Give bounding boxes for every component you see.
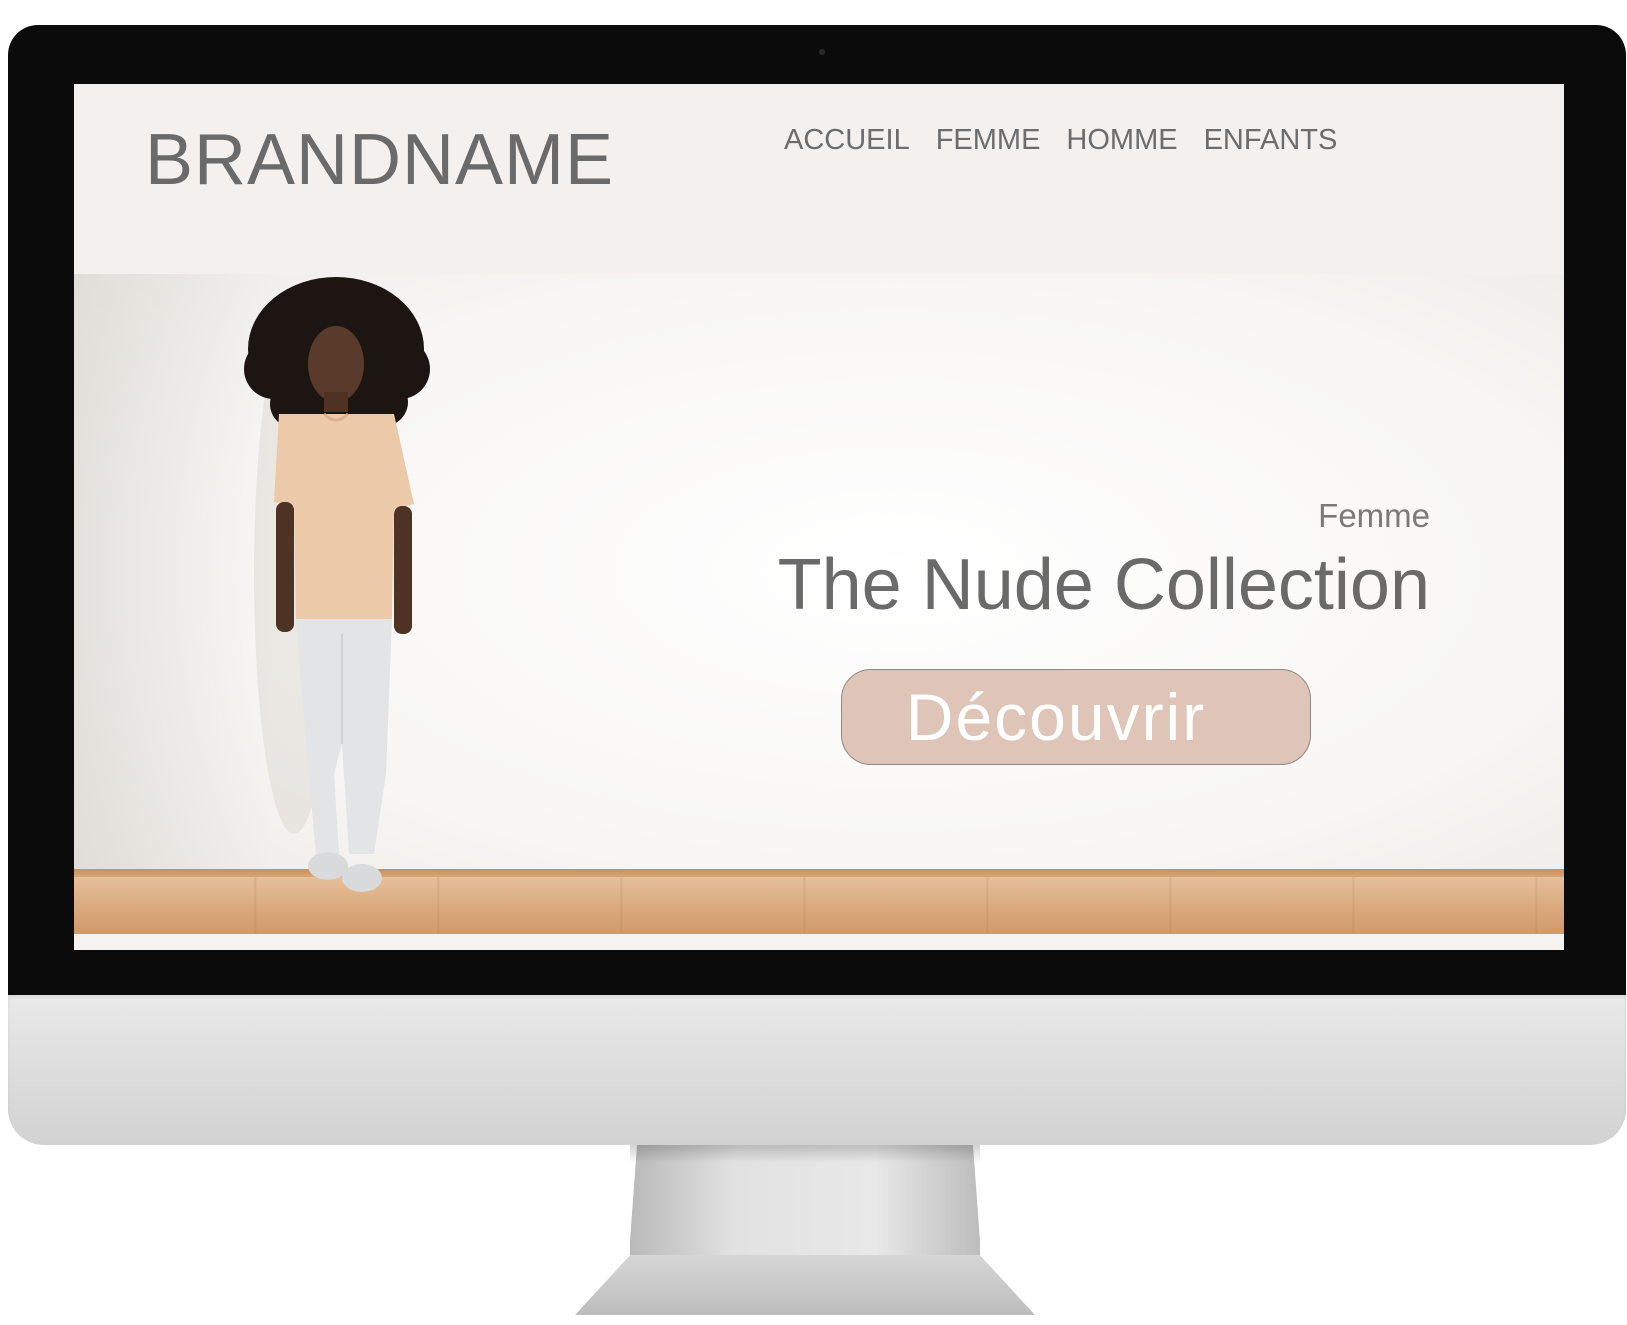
hero-title: The Nude Collection	[777, 545, 1430, 625]
nav-link-enfants[interactable]: ENFANTS	[1204, 126, 1338, 155]
hero-banner: Femme The Nude Collection Découvrir	[74, 274, 1564, 934]
nav-link-femme[interactable]: FEMME	[936, 126, 1041, 155]
screen-bottom-strip	[74, 934, 1564, 950]
camera-icon	[819, 49, 825, 55]
model-photo	[244, 277, 430, 892]
brand-logo[interactable]: BRANDNAME	[145, 124, 614, 196]
site-header: BRANDNAME ACCUEIL FEMME HOMME ENFANTS	[74, 84, 1564, 274]
discover-button[interactable]: Découvrir	[841, 669, 1311, 765]
nav-link-homme[interactable]: HOMME	[1066, 126, 1177, 155]
hero-eyebrow: Femme	[1318, 497, 1430, 534]
monitor-chin	[8, 995, 1626, 1145]
monitor-screen: BRANDNAME ACCUEIL FEMME HOMME ENFANTS Fe…	[74, 84, 1564, 950]
monitor-stand-base	[575, 1255, 1035, 1315]
main-nav: ACCUEIL FEMME HOMME ENFANTS	[784, 126, 1337, 155]
nav-link-accueil[interactable]: ACCUEIL	[784, 126, 910, 155]
monitor-stand-neck	[630, 1145, 980, 1265]
monitor-stand-shadow	[630, 1145, 980, 1163]
